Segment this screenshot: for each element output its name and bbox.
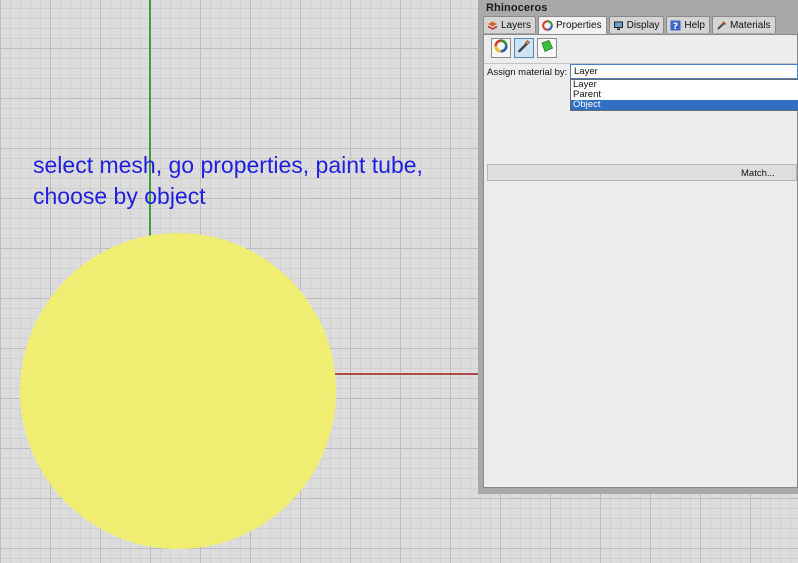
tab-properties-label: Properties <box>556 20 602 31</box>
tab-help[interactable]: ? Help <box>666 16 710 33</box>
panel-title: Rhinoceros <box>486 2 548 14</box>
texture-mapping-icon <box>540 39 554 58</box>
option-layer[interactable]: Layer <box>571 80 798 90</box>
option-parent[interactable]: Parent <box>571 90 798 100</box>
tab-properties[interactable]: Properties <box>538 16 607 34</box>
svg-text:?: ? <box>673 22 678 31</box>
object-properties-button[interactable] <box>491 38 511 58</box>
tab-display[interactable]: Display <box>608 16 665 33</box>
tab-materials-label: Materials <box>729 19 771 31</box>
match-button-label: Match... <box>741 168 775 179</box>
texture-mapping-button[interactable] <box>537 38 557 58</box>
properties-toolbar <box>491 38 557 58</box>
properties-icon <box>542 20 553 31</box>
properties-empty-area <box>484 181 797 487</box>
properties-content: Assign material by: Layer Layer Parent O… <box>483 34 798 488</box>
instruction-annotation: select mesh, go properties, paint tube, … <box>33 150 473 212</box>
paint-tube-icon <box>517 39 531 58</box>
instruction-line-1: select mesh, go properties, paint tube, <box>33 152 423 178</box>
tab-layers[interactable]: Layers <box>483 16 537 33</box>
selected-mesh[interactable] <box>20 233 336 549</box>
display-icon <box>613 20 624 31</box>
tab-layers-label: Layers <box>501 19 532 31</box>
tab-materials[interactable]: Materials <box>711 16 776 33</box>
color-wheel-icon <box>494 38 508 58</box>
properties-panel: Rhinoceros Layers Properties Display ? H… <box>478 0 798 494</box>
assign-material-label: Assign material by: <box>487 67 568 78</box>
layers-icon <box>487 20 498 31</box>
option-object[interactable]: Object <box>571 100 798 110</box>
materials-icon <box>716 20 727 31</box>
assign-material-select[interactable]: Layer <box>570 64 798 79</box>
tab-help-label: Help <box>684 19 705 31</box>
tab-display-label: Display <box>626 19 660 31</box>
panel-tabs: Layers Properties Display ? Help Materia… <box>483 16 798 34</box>
x-axis-line <box>330 373 480 375</box>
assign-material-dropdown: Layer Parent Object <box>570 79 798 111</box>
material-button[interactable] <box>514 38 534 58</box>
instruction-line-2: choose by object <box>33 183 206 209</box>
match-button[interactable]: Match... <box>487 164 797 181</box>
help-icon: ? <box>670 20 681 32</box>
